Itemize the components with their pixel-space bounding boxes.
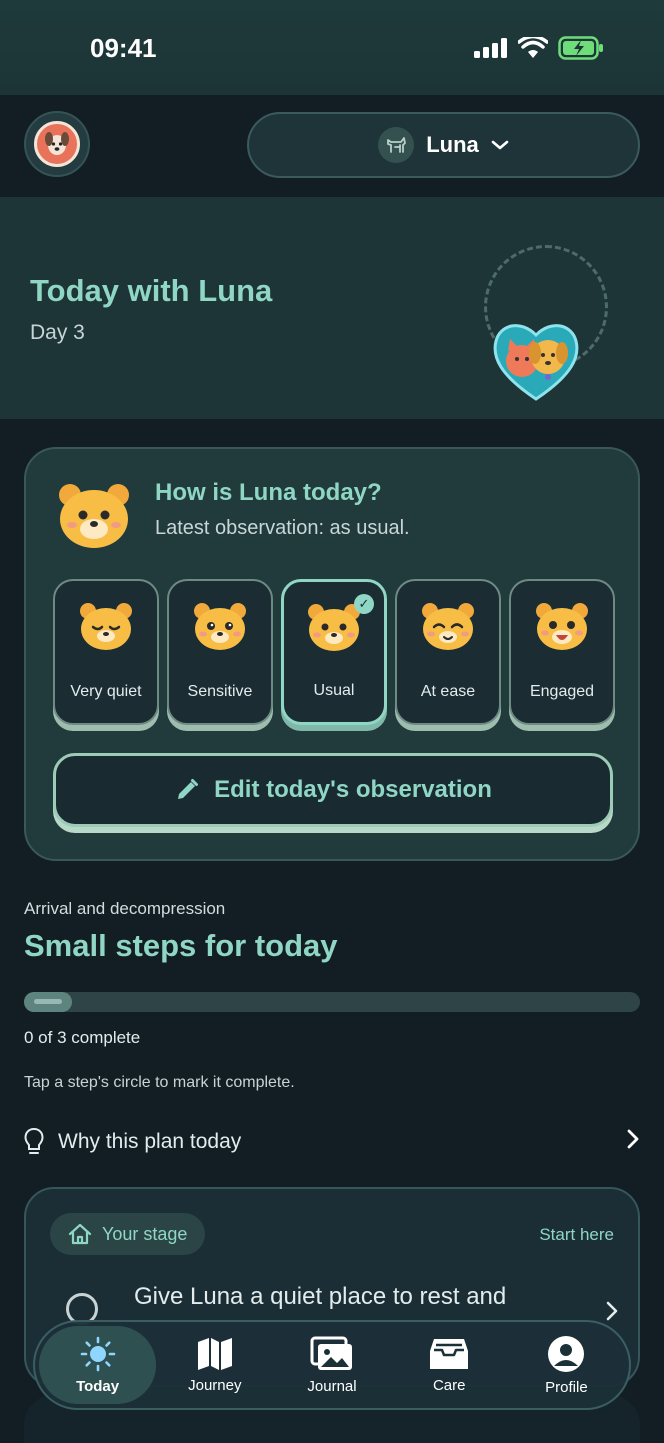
pet-name: Luna bbox=[426, 132, 479, 157]
dog-avatar-icon bbox=[34, 121, 80, 167]
mood-option-usual[interactable]: ✓ Usual bbox=[281, 579, 387, 725]
shy-bear-icon bbox=[194, 603, 246, 650]
mood-label: Usual bbox=[313, 682, 355, 699]
mood-label: Sensitive bbox=[187, 683, 253, 700]
section-title: Small steps for today bbox=[24, 928, 338, 963]
dog-icon bbox=[378, 127, 415, 163]
avatar[interactable] bbox=[24, 111, 90, 177]
tab-label: Care bbox=[432, 1376, 466, 1394]
neutral-bear-icon bbox=[308, 604, 360, 651]
mood-option-very-quiet[interactable]: Very quiet bbox=[53, 579, 159, 725]
day-counter: Day 3 bbox=[30, 321, 85, 344]
content-bear-icon bbox=[422, 603, 474, 650]
stage-chip-label: Your stage bbox=[102, 1223, 188, 1244]
page-title: Today with Luna bbox=[30, 273, 273, 308]
mood-selector: Very quiet Sensitive ✓ Usual At ease Eng… bbox=[53, 579, 615, 725]
inbox-icon bbox=[430, 1338, 469, 1369]
chevron-right-icon bbox=[606, 1301, 618, 1321]
wifi-icon bbox=[518, 37, 548, 58]
home-icon bbox=[68, 1223, 92, 1245]
check-icon: ✓ bbox=[354, 594, 374, 614]
stage-eyebrow: Arrival and decompression bbox=[24, 899, 226, 918]
why-this-plan-row[interactable]: Why this plan today bbox=[24, 1122, 644, 1162]
photos-icon bbox=[310, 1336, 352, 1370]
task-text: Give Luna a quiet place to rest and bbox=[134, 1283, 507, 1310]
pets-heart-illustration bbox=[493, 324, 579, 401]
person-icon bbox=[548, 1335, 585, 1372]
checkin-subtitle: Latest observation: as usual. bbox=[155, 517, 410, 539]
mood-label: At ease bbox=[420, 683, 476, 700]
checkin-title: How is Luna today? bbox=[155, 479, 382, 506]
chevron-right-icon bbox=[627, 1129, 639, 1149]
mood-option-engaged[interactable]: Engaged bbox=[509, 579, 615, 725]
tab-care[interactable]: Care bbox=[391, 1326, 508, 1404]
map-icon bbox=[197, 1337, 232, 1370]
pet-switcher-button[interactable]: Luna bbox=[247, 112, 640, 178]
stage-chip: Your stage bbox=[50, 1213, 206, 1255]
mood-option-at-ease[interactable]: At ease bbox=[395, 579, 501, 725]
progress-text: 0 of 3 complete bbox=[24, 1028, 141, 1047]
sleepy-bear-icon bbox=[80, 603, 132, 650]
status-icons bbox=[474, 36, 604, 60]
pencil-icon bbox=[178, 779, 199, 799]
tab-today[interactable]: Today bbox=[39, 1326, 157, 1404]
edit-observation-button[interactable]: Edit today's observation bbox=[53, 753, 613, 827]
status-time: 09:41 bbox=[90, 33, 157, 63]
chevron-down-icon bbox=[491, 140, 509, 150]
tab-journal[interactable]: Journal bbox=[273, 1326, 390, 1404]
tab-profile[interactable]: Profile bbox=[508, 1326, 625, 1404]
tap-hint: Tap a step's circle to mark it complete. bbox=[24, 1074, 295, 1091]
steps-progress-bar bbox=[24, 992, 640, 1012]
progress-fill bbox=[24, 992, 72, 1012]
lightbulb-icon bbox=[24, 1127, 44, 1154]
signal-icon bbox=[474, 38, 507, 58]
mood-option-sensitive[interactable]: Sensitive bbox=[167, 579, 273, 725]
tab-label: Profile bbox=[545, 1378, 588, 1396]
sun-icon bbox=[80, 1336, 115, 1371]
tab-label: Journey bbox=[188, 1376, 242, 1394]
tab-journey[interactable]: Journey bbox=[156, 1326, 273, 1404]
tab-label: Today bbox=[76, 1377, 120, 1395]
why-this-plan-label: Why this plan today bbox=[58, 1130, 242, 1153]
edit-observation-label: Edit today's observation bbox=[214, 776, 492, 803]
bear-face-icon bbox=[59, 484, 129, 548]
battery-icon bbox=[558, 36, 603, 60]
mood-label: Engaged bbox=[529, 683, 595, 700]
mood-label: Very quiet bbox=[70, 683, 142, 700]
start-here-label: Start here bbox=[539, 1225, 614, 1244]
hero-section: Today with Luna Day 3 bbox=[0, 197, 664, 419]
happy-bear-icon bbox=[536, 603, 588, 650]
tab-label: Journal bbox=[307, 1377, 357, 1395]
tab-bar: Today Journey Journal Care Profile bbox=[33, 1320, 631, 1410]
status-bar: 09:41 bbox=[0, 0, 664, 95]
mood-checkin-card: How is Luna today? Latest observation: a… bbox=[24, 447, 640, 861]
top-bar: Luna bbox=[0, 95, 664, 197]
